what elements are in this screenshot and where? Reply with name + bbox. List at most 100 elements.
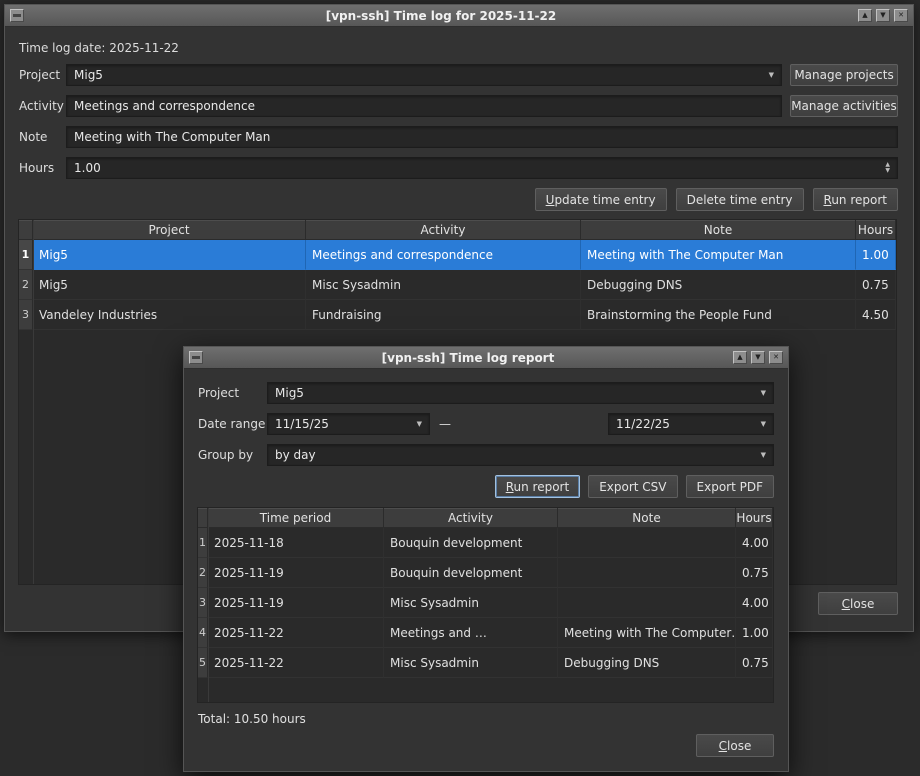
group-by-combobox[interactable]: by day ▼ [267,444,774,466]
minimize-button[interactable]: ▼ [751,351,765,364]
cell-activity[interactable]: Bouquin development [384,528,558,558]
cell-time-period[interactable]: 2025-11-19 [208,558,384,588]
cell-note[interactable]: Meeting with The Computer… [558,618,736,648]
date-to-combobox[interactable]: 11/22/25 ▼ [608,413,774,435]
time-log-date-label: Time log date: 2025-11-22 [19,41,179,55]
report-results-grid: Time period Activity Note Hours 1 2025-1… [198,508,773,678]
note-input[interactable]: Meeting with The Computer Man [66,126,898,148]
cell-time-period[interactable]: 2025-11-22 [208,648,384,678]
row-number[interactable]: 4 [198,618,208,648]
update-time-entry-button[interactable]: Update time entry [535,188,667,211]
note-input-value: Meeting with The Computer Man [74,130,270,144]
hours-field-row: Hours 1.00 ▲ ▼ [19,157,898,179]
total-hours-label: Total: 10.50 hours [198,712,306,726]
cell-hours[interactable]: 1.00 [736,618,773,648]
project-combobox[interactable]: Mig5 ▼ [66,64,782,86]
report-run-report-button[interactable]: Run report [495,475,581,498]
window-close-button[interactable]: ✕ [769,351,783,364]
project-combobox-value: Mig5 [74,68,103,82]
cell-activity[interactable]: Bouquin development [384,558,558,588]
column-header-note[interactable]: Note [581,220,856,240]
hours-spinbox-value: 1.00 [74,161,101,175]
report-window-titlebar[interactable]: [vpn-ssh] Time log report ▲ ▼ ✕ [184,347,788,369]
report-project-combobox[interactable]: Mig5 ▼ [267,382,774,404]
main-window-title: [vpn-ssh] Time log for 2025-11-22 [28,9,854,23]
cell-hours[interactable]: 0.75 [736,558,773,588]
export-pdf-button[interactable]: Export PDF [686,475,774,498]
run-report-label: Run report [824,193,888,207]
cell-activity[interactable]: Meetings and correspondence [306,240,581,270]
row-number[interactable]: 3 [19,300,33,330]
cell-note[interactable]: Debugging DNS [558,648,736,678]
main-window-titlebar[interactable]: [vpn-ssh] Time log for 2025-11-22 ▲ ▼ ✕ [5,5,913,27]
minimize-button[interactable]: ▼ [876,9,890,22]
manage-activities-button[interactable]: Manage activities [790,95,898,117]
cell-activity[interactable]: Misc Sysadmin [384,648,558,678]
hours-spinbox[interactable]: 1.00 ▲ ▼ [66,157,898,179]
run-report-button[interactable]: Run report [813,188,899,211]
cell-time-period[interactable]: 2025-11-22 [208,618,384,648]
manage-projects-button[interactable]: Manage projects [790,64,898,86]
chevron-down-icon: ▼ [755,421,766,428]
cell-note[interactable]: Brainstorming the People Fund [581,300,856,330]
cell-project[interactable]: Vandeley Industries [33,300,306,330]
column-header-activity[interactable]: Activity [384,508,558,528]
column-header-hours[interactable]: Hours [736,508,773,528]
window-close-button[interactable]: ✕ [894,9,908,22]
table-corner [19,220,33,240]
cell-note[interactable] [558,558,736,588]
row-number[interactable]: 2 [198,558,208,588]
cell-activity[interactable]: Misc Sysadmin [384,588,558,618]
cell-activity[interactable]: Misc Sysadmin [306,270,581,300]
activity-label: Activity [19,99,66,113]
maximize-button[interactable]: ▲ [733,351,747,364]
cell-time-period[interactable]: 2025-11-19 [208,588,384,618]
time-entries-grid: Project Activity Note Hours 1 Mig5 Meeti… [19,220,896,330]
delete-time-entry-button[interactable]: Delete time entry [676,188,804,211]
close-label: Close [842,597,875,611]
cell-activity[interactable]: Fundraising [306,300,581,330]
chevron-down-icon: ▼ [755,452,766,459]
column-header-note[interactable]: Note [558,508,736,528]
activity-input[interactable]: Meetings and correspondence [66,95,782,117]
cell-project[interactable]: Mig5 [33,270,306,300]
spin-down-icon[interactable]: ▼ [885,168,890,174]
cell-hours[interactable]: 1.00 [856,240,896,270]
manage-activities-label: Manage activities [791,99,897,113]
cell-time-period[interactable]: 2025-11-18 [208,528,384,558]
cell-hours[interactable]: 0.75 [856,270,896,300]
chevron-down-icon: ▼ [755,390,766,397]
cell-hours[interactable]: 4.00 [736,588,773,618]
cell-hours[interactable]: 4.50 [856,300,896,330]
cell-hours[interactable]: 0.75 [736,648,773,678]
row-number[interactable]: 5 [198,648,208,678]
cell-project[interactable]: Mig5 [33,240,306,270]
row-number[interactable]: 1 [19,240,33,270]
window-menu-icon[interactable] [10,9,24,22]
report-window: [vpn-ssh] Time log report ▲ ▼ ✕ Project … [183,346,789,772]
column-header-project[interactable]: Project [33,220,306,240]
cell-note[interactable] [558,528,736,558]
row-number[interactable]: 2 [19,270,33,300]
column-header-hours[interactable]: Hours [856,220,896,240]
date-from-combobox[interactable]: 11/15/25 ▼ [267,413,430,435]
export-pdf-label: Export PDF [697,480,763,494]
desktop: { "icons": { "maximize": "▲", "minimize"… [0,0,920,776]
date-range-separator: — [439,417,451,431]
report-project-value: Mig5 [275,386,304,400]
row-number[interactable]: 3 [198,588,208,618]
cell-note[interactable] [558,588,736,618]
window-menu-icon[interactable] [189,351,203,364]
maximize-button[interactable]: ▲ [858,9,872,22]
report-close-button[interactable]: Close [696,734,774,757]
report-action-buttons: Run report Export CSV Export PDF [198,475,774,498]
cell-note[interactable]: Meeting with The Computer Man [581,240,856,270]
column-header-time-period[interactable]: Time period [208,508,384,528]
cell-activity[interactable]: Meetings and … [384,618,558,648]
cell-note[interactable]: Debugging DNS [581,270,856,300]
cell-hours[interactable]: 4.00 [736,528,773,558]
row-number[interactable]: 1 [198,528,208,558]
close-button[interactable]: Close [818,592,898,615]
export-csv-button[interactable]: Export CSV [588,475,677,498]
column-header-activity[interactable]: Activity [306,220,581,240]
